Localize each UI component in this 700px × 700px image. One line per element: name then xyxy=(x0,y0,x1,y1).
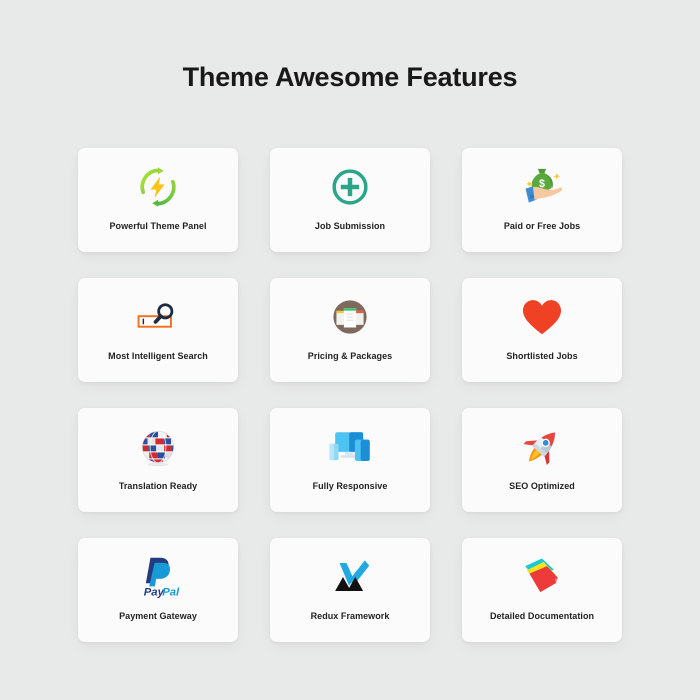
feature-card-seo-optimized[interactable]: SEO Optimized xyxy=(462,408,622,512)
redux-logo-icon xyxy=(324,552,376,602)
page-title: Theme Awesome Features xyxy=(182,62,518,92)
feature-card-label: Detailed Documentation xyxy=(489,611,595,621)
feature-card-powerful-theme-panel[interactable]: Powerful Theme Panel xyxy=(78,148,238,252)
pricing-cards-circle-icon xyxy=(324,292,376,342)
feature-card-label: Job Submission xyxy=(314,221,386,231)
feature-card-label: Redux Framework xyxy=(310,611,390,621)
features-page: Theme Awesome Features Powerful Theme Pa… xyxy=(0,0,700,700)
feature-card-translation-ready[interactable]: Translation Ready xyxy=(78,408,238,512)
feature-card-label: Powerful Theme Panel xyxy=(109,221,207,231)
feature-card-label: Pricing & Packages xyxy=(307,351,393,361)
feature-card-label: Shortlisted Jobs xyxy=(506,351,578,361)
feature-card-label: Paid or Free Jobs xyxy=(503,221,581,231)
devices-icon xyxy=(324,422,376,472)
feature-card-payment-gateway[interactable]: Pay Pal Payment Gateway xyxy=(78,538,238,642)
feature-card-label: Most Intelligent Search xyxy=(108,351,208,361)
feature-card-pricing-packages[interactable]: Pricing & Packages xyxy=(270,278,430,382)
feature-card-detailed-documentation[interactable]: Detailed Documentation xyxy=(462,538,622,642)
feature-card-job-submission[interactable]: Job Submission xyxy=(270,148,430,252)
svg-text:Pal: Pal xyxy=(162,586,180,598)
feature-card-label: SEO Optimized xyxy=(509,481,575,491)
paypal-logo-icon: Pay Pal xyxy=(132,552,184,602)
feature-card-label: Translation Ready xyxy=(118,481,198,491)
feature-card-paid-or-free-jobs[interactable]: $ Paid or Free Jobs xyxy=(462,148,622,252)
feature-card-most-intelligent-search[interactable]: Most Intelligent Search xyxy=(78,278,238,382)
feature-card-redux-framework[interactable]: Redux Framework xyxy=(270,538,430,642)
feature-card-shortlisted-jobs[interactable]: Shortlisted Jobs xyxy=(462,278,622,382)
features-grid: Powerful Theme Panel Job Submission $ Pa… xyxy=(78,148,622,642)
plus-circle-icon xyxy=(324,162,376,212)
feature-card-label: Payment Gateway xyxy=(119,611,197,621)
refresh-lightning-icon xyxy=(132,162,184,212)
search-box-magnifier-icon xyxy=(132,292,184,342)
heart-icon xyxy=(516,292,568,342)
flags-globe-icon xyxy=(132,422,184,472)
documents-stack-icon xyxy=(516,552,568,602)
feature-card-fully-responsive[interactable]: Fully Responsive xyxy=(270,408,430,512)
feature-card-label: Fully Responsive xyxy=(312,481,388,491)
hand-money-bag-icon: $ xyxy=(516,162,568,212)
rocket-icon xyxy=(516,422,568,472)
